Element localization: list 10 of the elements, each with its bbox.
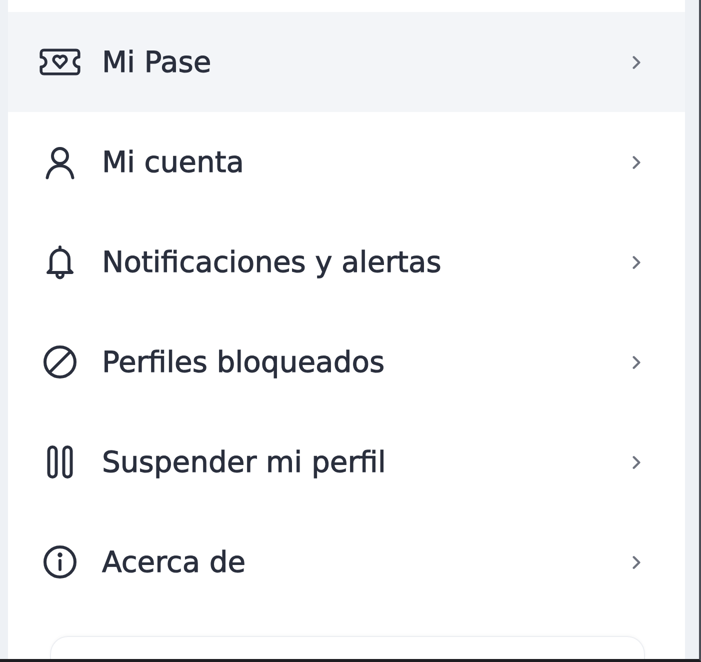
chevron-right-icon <box>632 154 641 170</box>
chevron-right-icon <box>632 454 641 470</box>
chevron-right-icon <box>632 354 641 370</box>
ban-icon <box>42 344 78 380</box>
menu-item[interactable]: Mi Pase <box>8 12 685 112</box>
chevron-right-icon <box>632 554 641 570</box>
ticket-heart-icon <box>39 48 81 76</box>
chevron-right-icon <box>632 54 641 70</box>
chevron-right-icon <box>632 254 641 270</box>
info-icon <box>42 544 78 580</box>
